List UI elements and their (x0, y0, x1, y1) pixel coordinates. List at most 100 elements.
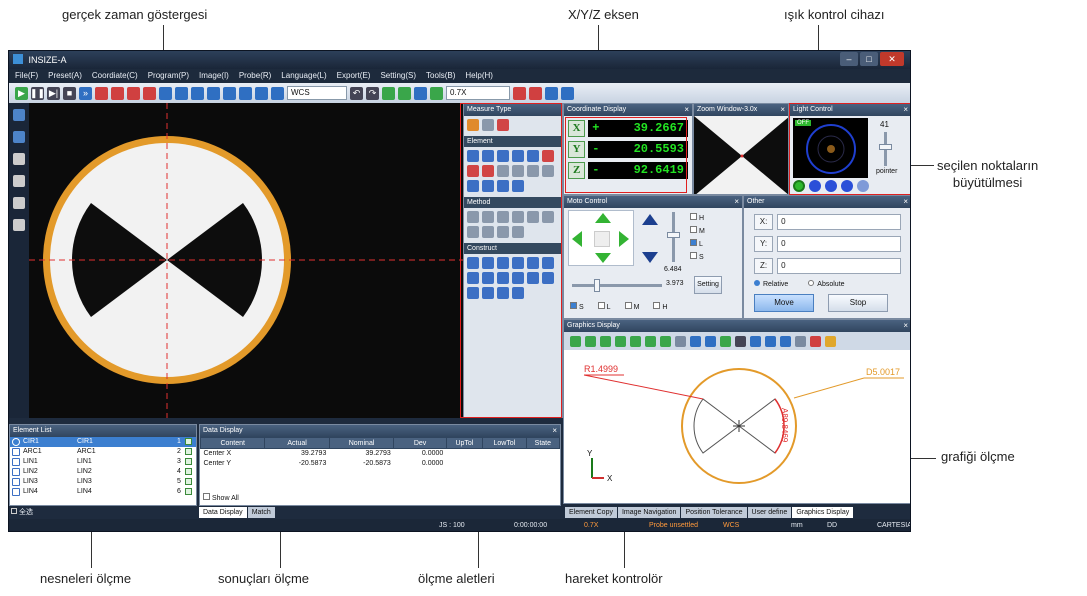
jog-step-slider[interactable] (572, 279, 662, 292)
axis-icon[interactable] (223, 86, 236, 100)
speed-option[interactable]: S (690, 251, 705, 264)
menu-image[interactable]: Image(I) (199, 69, 229, 83)
column-header[interactable]: Dev (393, 437, 447, 449)
tool-icon[interactable] (13, 175, 25, 187)
zoom-tool-icon[interactable] (690, 335, 701, 347)
menu-program[interactable]: Program(P) (148, 69, 189, 83)
axis-icon[interactable] (255, 86, 268, 100)
close-icon[interactable]: × (780, 104, 785, 116)
step-option[interactable]: H (653, 302, 667, 311)
menu-file[interactable]: File(F) (15, 69, 38, 83)
menu-preset[interactable]: Preset(A) (48, 69, 82, 83)
tab-user-define[interactable]: User define (747, 507, 792, 518)
settings-tool-icon[interactable] (795, 335, 806, 347)
stop-icon[interactable]: ■ (63, 86, 76, 100)
step-option[interactable]: M (624, 302, 639, 311)
close-icon[interactable]: × (734, 196, 739, 208)
step-option[interactable]: L (597, 302, 611, 311)
element-visible-checkbox[interactable] (185, 458, 192, 465)
delete-tool-icon[interactable] (675, 335, 686, 347)
y-target-input[interactable]: 0 (777, 236, 901, 252)
jog-right-icon[interactable] (619, 231, 629, 247)
color-tool-icon[interactable] (720, 335, 731, 347)
light-icon[interactable] (529, 86, 542, 100)
column-header[interactable]: Content (200, 437, 266, 449)
image-icon[interactable] (398, 86, 411, 100)
jog-left-icon[interactable] (572, 231, 582, 247)
image-icon[interactable] (414, 86, 427, 100)
axis-icon[interactable] (239, 86, 252, 100)
jog-down-icon[interactable] (595, 253, 611, 263)
coordinate-system-select[interactable]: WCS (287, 86, 347, 100)
line-tool-icon[interactable] (585, 335, 596, 347)
speed-option[interactable]: M (690, 225, 705, 238)
column-header[interactable]: State (525, 437, 560, 449)
tab-data-display[interactable]: Data Display (199, 507, 247, 518)
window-icon[interactable] (545, 86, 558, 100)
tab-element-copy[interactable]: Element Copy (565, 507, 617, 518)
element-visible-checkbox[interactable] (185, 448, 192, 455)
probe-point-icon[interactable] (143, 86, 156, 100)
align-icon[interactable] (191, 86, 204, 100)
align-icon[interactable] (159, 86, 172, 100)
element-visible-checkbox[interactable] (185, 488, 192, 495)
palette-tool-icon[interactable] (810, 335, 821, 347)
show-all-checkbox[interactable]: Show All (203, 493, 239, 502)
zoom-select[interactable]: 0.7X (446, 86, 510, 100)
hand-tool-icon[interactable] (735, 335, 746, 347)
stop-button[interactable]: Stop (828, 294, 888, 312)
jog-up-icon[interactable] (595, 213, 611, 223)
x-target-input[interactable]: 0 (777, 214, 901, 230)
step-icon[interactable]: ▶| (47, 86, 60, 100)
z-down-icon[interactable] (642, 252, 658, 263)
menu-export[interactable]: Export(E) (337, 69, 371, 83)
maximize-icon[interactable]: □ (860, 52, 878, 66)
probe-point-icon[interactable] (127, 86, 140, 100)
close-icon[interactable]: × (903, 196, 908, 208)
align-icon[interactable] (175, 86, 188, 100)
menu-help[interactable]: Help(H) (465, 69, 493, 83)
close-icon[interactable]: × (903, 320, 908, 332)
speed-slider-thumb[interactable] (667, 232, 680, 238)
select-all-label[interactable]: 全选 (19, 509, 33, 516)
folder-tool-icon[interactable] (825, 335, 836, 347)
probe-point-icon[interactable] (95, 86, 108, 100)
angle-tool-icon[interactable] (570, 335, 581, 347)
tab-match[interactable]: Match (247, 507, 275, 518)
list-item[interactable]: CIR1 CIR1 1 (10, 437, 196, 447)
step-option[interactable]: S (570, 302, 584, 311)
axis-icon[interactable] (561, 86, 574, 100)
column-header[interactable]: Nominal (328, 437, 395, 449)
marker-tool-icon[interactable] (750, 335, 761, 347)
tool-icon[interactable] (13, 153, 25, 165)
undo-icon[interactable]: ↶ (350, 86, 363, 100)
menu-tools[interactable]: Tools(B) (426, 69, 455, 83)
speed-option[interactable]: H (690, 212, 705, 225)
z-up-icon[interactable] (642, 214, 658, 225)
tool-icon[interactable] (13, 219, 25, 231)
speed-option[interactable]: L (690, 238, 705, 251)
distance-tool-icon[interactable] (600, 335, 611, 347)
tool-icon[interactable] (13, 131, 25, 143)
list-item[interactable]: LIN3 LIN3 5 (10, 477, 196, 487)
ruler-tool-icon[interactable] (660, 335, 671, 347)
table-row[interactable]: Center Y -20.5873 -20.5873 0.0000 (201, 459, 560, 469)
tab-position-tolerance[interactable]: Position Tolerance (681, 507, 747, 518)
width-tool-icon[interactable] (615, 335, 626, 347)
menu-language[interactable]: Language(L) (281, 69, 326, 83)
column-header[interactable]: Actual (264, 437, 330, 449)
camera-viewport[interactable] (29, 103, 463, 418)
text-tool-icon[interactable] (705, 335, 716, 347)
light-icon[interactable] (513, 86, 526, 100)
element-visible-checkbox[interactable] (185, 478, 192, 485)
menu-setting[interactable]: Setting(S) (380, 69, 416, 83)
tab-image-navigation[interactable]: Image Navigation (617, 507, 681, 518)
list-item[interactable]: ARC1 ARC1 2 (10, 447, 196, 457)
z-target-input[interactable]: 0 (777, 258, 901, 274)
move-button[interactable]: Move (754, 294, 814, 312)
image-icon[interactable] (382, 86, 395, 100)
table-row[interactable]: Center X 39.2793 39.2793 0.0000 (201, 449, 560, 459)
tab-graphics-display[interactable]: Graphics Display (792, 507, 854, 518)
tool-icon[interactable] (13, 109, 25, 121)
save-icon[interactable] (271, 86, 284, 100)
